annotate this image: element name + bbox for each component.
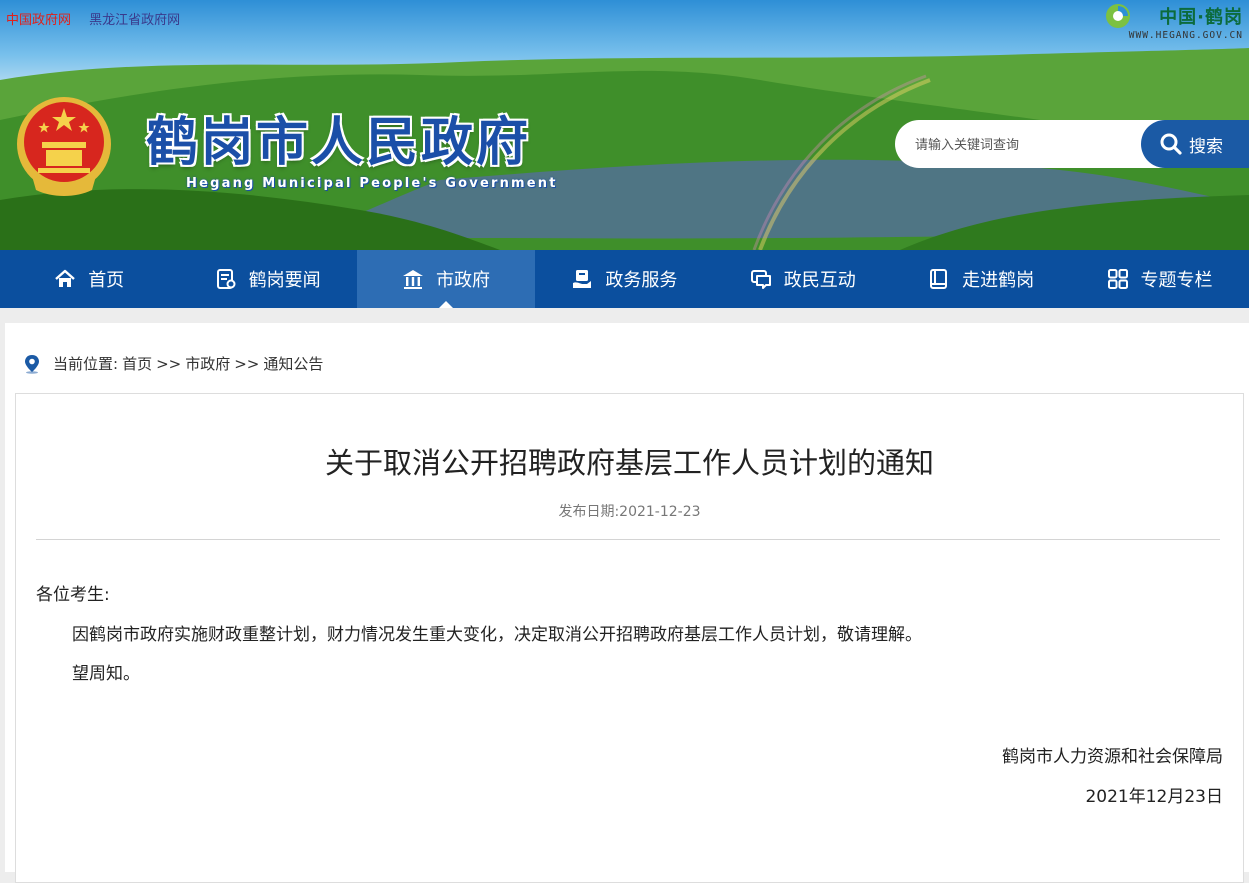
home-icon: [55, 269, 75, 287]
nav-item-label: 首页: [88, 270, 125, 291]
breadcrumb-separator: >>: [234, 354, 260, 373]
article-paragraph: 望周知。: [72, 664, 140, 684]
article-divider: [36, 539, 1220, 540]
top-links: 中国政府网 黑龙江省政府网: [6, 9, 194, 28]
nav-item-special-topics[interactable]: 专题专栏: [1070, 250, 1248, 308]
article-signature-date: 2021年12月23日: [1085, 787, 1223, 807]
article-signature: 鹤岗市人力资源和社会保障局: [1002, 747, 1223, 767]
breadcrumb-notices[interactable]: 通知公告: [263, 353, 323, 374]
article-panel: 关于取消公开招聘政府基层工作人员计划的通知 发布日期:2021-12-23 各位…: [15, 393, 1244, 883]
article-date: 发布日期:2021-12-23: [16, 501, 1243, 521]
nav-item-services[interactable]: 政务服务: [535, 250, 713, 308]
nav-item-label: 专题专栏: [1140, 270, 1213, 291]
corner-logo-text: 中国·鹤岗: [1159, 7, 1243, 28]
location-pin-icon: [25, 354, 39, 374]
service-icon: [573, 270, 592, 288]
breadcrumb-city-government[interactable]: 市政府: [185, 353, 230, 374]
nav-item-label: 鹤岗要闻: [248, 270, 321, 291]
nav-item-label: 政务服务: [605, 270, 678, 291]
nav-item-label: 市政府: [435, 270, 490, 291]
article-paragraph: 因鹤岗市政府实施财政重整计划，财力情况发生重大变化，决定取消公开招聘政府基层工作…: [72, 625, 922, 645]
nav-item-label: 政民互动: [783, 270, 856, 291]
article-date-label: 发布日期:: [558, 504, 620, 520]
news-icon: [216, 269, 236, 289]
grid-icon: [1107, 269, 1128, 289]
link-heilongjiang-gov[interactable]: 黑龙江省政府网: [89, 13, 180, 28]
content-area: 当前位置: 首页 >> 市政府 >> 通知公告 关于取消公开招聘政府基层工作人员…: [5, 323, 1249, 883]
search-bar: 搜索: [895, 120, 1249, 168]
corner-logo-url: WWW.HEGANG.GOV.CN: [1128, 30, 1243, 41]
link-china-gov[interactable]: 中国政府网: [6, 13, 71, 28]
main-nav: 首页 鹤岗要闻 市政府 政务服务 政民互动 走进鹤岗 专题专栏: [0, 250, 1249, 308]
book-icon: [930, 269, 948, 289]
hegang-logo-icon: [1106, 4, 1130, 28]
site-banner: 中国政府网 黑龙江省政府网 中国·鹤岗 WWW.HEGANG.GOV.CN 鹤岗…: [0, 0, 1249, 250]
nav-item-interaction[interactable]: 政民互动: [714, 250, 892, 308]
article-date-value: 2021-12-23: [619, 504, 701, 520]
breadcrumb-separator: >>: [156, 354, 182, 373]
chat-icon: [750, 270, 771, 289]
nav-item-about-hegang[interactable]: 走进鹤岗: [892, 250, 1070, 308]
national-emblem-icon: [17, 97, 111, 196]
site-subtitle: Hegang Municipal People's Government: [186, 176, 558, 191]
breadcrumb-prefix: 当前位置:: [53, 355, 119, 373]
site-title: 鹤岗市人民政府: [146, 112, 532, 173]
article-title: 关于取消公开招聘政府基层工作人员计划的通知: [324, 446, 934, 480]
nav-item-home[interactable]: 首页: [0, 250, 178, 308]
search-button[interactable]: 搜索: [1141, 120, 1249, 168]
search-icon: [1160, 133, 1182, 155]
breadcrumb: 当前位置: 首页 >> 市政府 >> 通知公告: [23, 353, 327, 374]
nav-item-label: 走进鹤岗: [962, 270, 1035, 291]
corner-logo[interactable]: 中国·鹤岗 WWW.HEGANG.GOV.CN: [1103, 2, 1243, 44]
government-building-icon: [402, 270, 423, 289]
nav-item-news[interactable]: 鹤岗要闻: [178, 250, 356, 308]
article-greeting: 各位考生:: [36, 585, 110, 605]
nav-item-city-government[interactable]: 市政府: [356, 250, 536, 308]
breadcrumb-home[interactable]: 首页: [122, 353, 152, 374]
search-button-label: 搜索: [1189, 136, 1223, 157]
